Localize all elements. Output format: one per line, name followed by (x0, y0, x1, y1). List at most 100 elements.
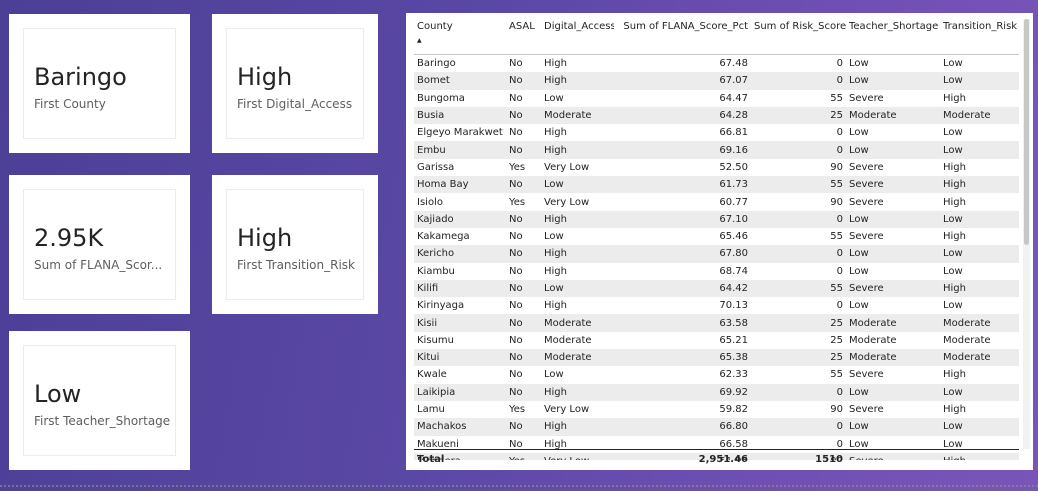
cell-flana-score: 69.16 (719, 144, 748, 156)
header-transition-risk[interactable]: Transition_Risk (940, 21, 1019, 32)
sort-ascending-icon[interactable]: ▲ (417, 37, 422, 44)
vertical-scrollbar[interactable] (1023, 19, 1030, 449)
header-risk-score[interactable]: Sum of Risk_Score (751, 21, 846, 32)
cell-county: Kiambu (417, 265, 455, 277)
cell-digital-access: High (544, 265, 567, 277)
cell-digital-access: Low (544, 179, 564, 191)
cell-flana-score: 61.73 (719, 179, 748, 191)
cell-teacher-shortage: Severe (849, 161, 884, 173)
scrollbar-thumb[interactable] (1024, 19, 1029, 245)
cell-digital-access: High (544, 58, 567, 70)
cell-teacher-shortage: Severe (849, 231, 884, 243)
table-row[interactable]: Kitui No Moderate 65.38 25 Moderate Moderate (414, 349, 1019, 367)
table-row[interactable]: Lamu Yes Very Low 59.82 90 Severe High (414, 401, 1019, 418)
table-row[interactable]: Kwale No Low 62.33 55 Severe High (414, 366, 1019, 383)
kpi-label: First Transition_Risk (237, 258, 355, 272)
header-county[interactable]: County (414, 21, 506, 32)
header-asal[interactable]: ASAL (506, 21, 541, 32)
cell-transition-risk: High (943, 196, 966, 208)
table-row[interactable]: Kiambu No High 68.74 0 Low Low (414, 263, 1019, 280)
table-row[interactable]: Kericho No High 67.80 0 Low Low (414, 245, 1019, 263)
cell-teacher-shortage: Low (849, 213, 869, 225)
cell-digital-access: High (544, 248, 567, 260)
cell-teacher-shortage: Severe (849, 92, 884, 104)
cell-county: Kakamega (417, 231, 470, 243)
cell-teacher-shortage: Low (849, 127, 869, 139)
kpi-card-first-transition-risk[interactable]: High First Transition_Risk (212, 175, 378, 314)
cell-transition-risk: Low (943, 127, 963, 139)
table-row[interactable]: Machakos No High 66.80 0 Low Low (414, 418, 1019, 436)
cell-risk-score: 25 (830, 352, 843, 364)
cell-asal: No (509, 421, 523, 433)
cell-digital-access: High (544, 300, 567, 312)
cell-teacher-shortage: Severe (849, 283, 884, 294)
cell-teacher-shortage: Moderate (849, 352, 897, 364)
table-row[interactable]: Kirinyaga No High 70.13 0 Low Low (414, 297, 1019, 314)
county-table-visual[interactable]: County ASAL Digital_Access Sum of FLANA_… (406, 13, 1033, 470)
cell-digital-access: Moderate (544, 334, 592, 346)
table-row[interactable]: Garissa Yes Very Low 52.50 90 Severe High (414, 159, 1019, 176)
total-risk-score: 1510 (815, 454, 843, 465)
cell-asal: No (509, 110, 523, 122)
table-row[interactable]: Homa Bay No Low 61.73 55 Severe High (414, 176, 1019, 194)
table-row[interactable]: Bungoma No Low 64.47 55 Severe High (414, 90, 1019, 107)
table-body[interactable]: Baringo No High 67.48 0 Low Low Bomet No High 67.0… (414, 55, 1019, 460)
cell-flana-score: 64.47 (719, 92, 748, 104)
cell-transition-risk: Low (943, 58, 963, 70)
cell-risk-score: 0 (836, 127, 843, 139)
table-row[interactable]: Kajiado No High 67.10 0 Low Low (414, 210, 1019, 228)
cell-asal: No (509, 248, 523, 260)
cell-digital-access: High (544, 213, 567, 225)
cell-asal: No (509, 127, 523, 139)
cell-transition-risk: Moderate (943, 334, 991, 346)
cell-digital-access: Moderate (544, 317, 592, 329)
cell-flana-score: 67.07 (719, 75, 748, 87)
table-row[interactable]: Isiolo Yes Very Low 60.77 90 Severe High (414, 193, 1019, 210)
page-bottom-divider (0, 485, 1038, 487)
table-row[interactable]: Baringo No High 67.48 0 Low Low (414, 55, 1019, 72)
cell-county: Kitui (417, 352, 440, 364)
cell-county: Bungoma (417, 92, 465, 104)
cell-transition-risk: Low (943, 386, 963, 398)
table-row[interactable]: Kilifi No Low 64.42 55 Severe High (414, 279, 1019, 298)
table-row[interactable]: Laikipia No High 69.92 0 Low Low (414, 383, 1019, 401)
cell-county: Machakos (417, 421, 467, 433)
cell-risk-score: 0 (836, 421, 843, 433)
kpi-card-frame: 2.95K Sum of FLANA_Scor... (23, 189, 176, 300)
table-row[interactable]: Embu No High 69.16 0 Low Low (414, 141, 1019, 159)
cell-county: Isiolo (417, 196, 443, 208)
cell-asal: No (509, 369, 523, 381)
table-row[interactable]: Kakamega No Low 65.46 55 Severe High (414, 228, 1019, 245)
cell-teacher-shortage: Severe (849, 179, 884, 191)
table-row[interactable]: Elgeyo Marakwet No High 66.81 0 Low Low (414, 124, 1019, 141)
kpi-card-sum-flana-score[interactable]: 2.95K Sum of FLANA_Scor... (9, 175, 190, 314)
cell-teacher-shortage: Low (849, 386, 869, 398)
cell-county: Kajiado (417, 213, 454, 225)
kpi-value: High (237, 63, 293, 91)
cell-county: Baringo (417, 58, 456, 70)
kpi-card-first-county[interactable]: Baringo First County (9, 14, 190, 153)
kpi-card-frame: High First Transition_Risk (226, 189, 364, 300)
cell-digital-access: Low (544, 92, 564, 104)
cell-county: Busia (417, 110, 445, 122)
cell-county: Kirinyaga (417, 300, 465, 312)
table-row[interactable]: Kisumu No Moderate 65.21 25 Moderate Moderate (414, 332, 1019, 349)
cell-risk-score: 55 (830, 369, 843, 381)
table-row[interactable]: Kisii No Moderate 63.58 25 Moderate Moderate (414, 314, 1019, 332)
cell-transition-risk: Low (943, 248, 963, 260)
cell-transition-risk: High (943, 283, 966, 294)
header-digital-access[interactable]: Digital_Access (541, 21, 614, 32)
cell-asal: No (509, 300, 523, 312)
table-row[interactable]: Bomet No High 67.07 0 Low Low (414, 72, 1019, 90)
cell-teacher-shortage: Severe (849, 196, 884, 208)
kpi-card-first-teacher-shortage[interactable]: Low First Teacher_Shortage (9, 331, 190, 470)
cell-transition-risk: Low (943, 144, 963, 156)
cell-asal: No (509, 352, 523, 364)
cell-transition-risk: Low (943, 421, 963, 433)
cell-digital-access: Very Low (544, 161, 590, 173)
cell-asal: No (509, 179, 523, 191)
header-teacher-shortage[interactable]: Teacher_Shortage (846, 21, 940, 32)
table-row[interactable]: Busia No Moderate 64.28 25 Moderate Moderate (414, 106, 1019, 125)
kpi-card-first-digital-access[interactable]: High First Digital_Access (212, 14, 378, 153)
header-flana-score[interactable]: Sum of FLANA_Score_Pct (614, 21, 751, 32)
